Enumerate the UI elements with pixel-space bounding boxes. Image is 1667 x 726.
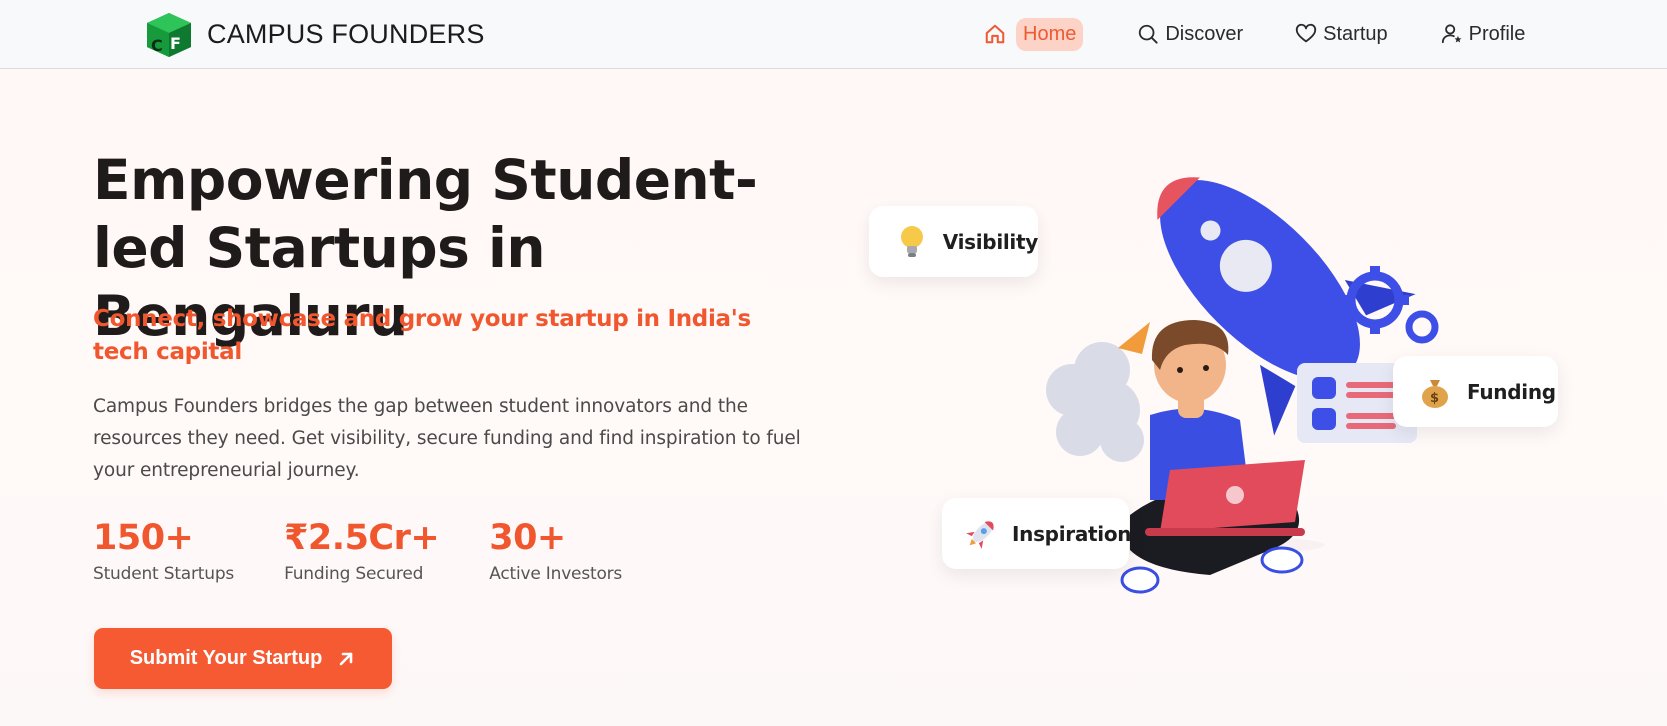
submit-startup-button[interactable]: Submit Your Startup <box>94 628 392 689</box>
brand[interactable]: C F CAMPUS FOUNDERS <box>145 10 485 58</box>
rocket-icon <box>964 516 998 552</box>
home-icon <box>982 21 1008 47</box>
main-nav: Home Discover Startup Profile <box>982 15 1525 53</box>
cf-logo-icon: C F <box>145 11 193 57</box>
stat-value: ₹2.5Cr+ <box>284 518 440 558</box>
nav-discover[interactable]: Discover <box>1135 15 1243 53</box>
stat-label: Funding Secured <box>284 564 424 584</box>
heart-icon <box>1293 21 1319 47</box>
stat-value: 150+ <box>93 518 194 558</box>
arrow-up-right-icon <box>336 649 356 669</box>
nav-startup-label: Startup <box>1323 22 1388 45</box>
stat-label: Active Investors <box>489 564 623 584</box>
stats-row: 150+ Student Startups ₹2.5Cr+ Funding Se… <box>93 518 672 584</box>
stat-value: 30+ <box>489 518 566 558</box>
stat-investors: 30+ Active Investors <box>489 518 622 584</box>
stat-startups: 150+ Student Startups <box>93 518 234 584</box>
stat-funding: ₹2.5Cr+ Funding Secured <box>284 518 440 584</box>
lightbulb-icon <box>895 224 929 260</box>
nav-home[interactable]: Home <box>982 15 1084 53</box>
svg-text:F: F <box>170 34 181 53</box>
money-bag-icon: $ <box>1417 374 1453 410</box>
top-navbar: C F CAMPUS FOUNDERS Home Discover Startu… <box>0 0 1667 69</box>
brand-name: CAMPUS FOUNDERS <box>207 18 485 49</box>
svg-text:$: $ <box>1430 391 1439 406</box>
visibility-label: Visibility <box>942 229 1039 254</box>
nav-discover-label: Discover <box>1165 22 1244 45</box>
nav-startup[interactable]: Startup <box>1293 15 1388 53</box>
stat-label: Student Startups <box>93 564 235 584</box>
hero-description: Campus Founders bridges the gap between … <box>93 396 801 481</box>
svg-text:C: C <box>151 36 163 55</box>
hero-subtitle: Connect, showcase and grow your startup … <box>93 306 751 365</box>
submit-startup-label: Submit Your Startup <box>129 647 323 669</box>
nav-home-label: Home <box>1016 17 1084 51</box>
nav-profile[interactable]: Profile <box>1439 15 1526 53</box>
inspiration-label: Inspiration <box>1012 521 1132 546</box>
visibility-card: Visibility <box>869 206 1038 277</box>
nav-profile-label: Profile <box>1468 22 1526 45</box>
user-star-icon <box>1439 21 1465 47</box>
funding-label: Funding <box>1467 379 1556 404</box>
funding-card: $ Funding <box>1393 356 1558 427</box>
search-icon <box>1135 21 1161 47</box>
inspiration-card: Inspiration <box>942 498 1132 569</box>
